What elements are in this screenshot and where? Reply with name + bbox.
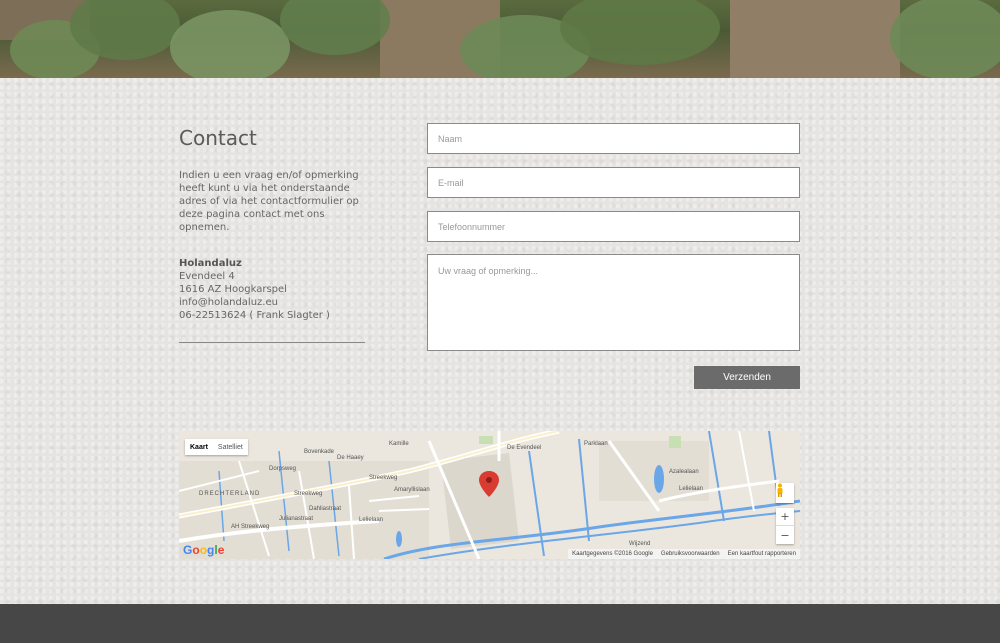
map-label: De Evendeel: [507, 445, 542, 451]
page-title: Contact: [179, 126, 257, 150]
address-block: Holandaluz Evendeel 4 1616 AZ Hoogkarspe…: [179, 257, 369, 322]
message-textarea[interactable]: Uw vraag of opmerking...: [427, 254, 800, 351]
map-label: DRECHTERLAND: [199, 491, 261, 497]
map-canvas[interactable]: [179, 431, 800, 559]
company-name: Holandaluz: [179, 258, 242, 269]
email-input[interactable]: E-mail: [427, 167, 800, 198]
divider: [179, 342, 365, 343]
map-label: Dahliastraat: [309, 506, 342, 512]
email-link[interactable]: info@holandaluz.eu: [179, 296, 369, 309]
soil-strip: [730, 0, 900, 78]
postal-city: 1616 AZ Hoogkarspel: [179, 284, 287, 295]
map-label: Parklaan: [584, 441, 608, 447]
name-input[interactable]: Naam: [427, 123, 800, 154]
map-label: AH Streekweg: [231, 524, 270, 530]
zoom-control: + −: [776, 508, 794, 544]
cabbage-leaf: [280, 0, 390, 55]
google-logo[interactable]: Google: [183, 543, 224, 557]
submit-button[interactable]: Verzenden: [694, 366, 800, 389]
map-label: Lelielaan: [679, 486, 704, 492]
map-type-satellite-button[interactable]: Satelliet: [213, 439, 248, 455]
page-footer: [0, 604, 1000, 643]
map-label: Lelielaan: [359, 517, 384, 523]
cabbage-leaf: [170, 10, 290, 78]
zoom-out-button[interactable]: −: [776, 526, 794, 544]
phone-number: 06-22513624 ( Frank Slagter ): [179, 310, 330, 321]
map-report-link[interactable]: Een kaartfout rapporteren: [728, 551, 796, 557]
map-label: De Haaey: [337, 455, 364, 461]
header-photo: [0, 0, 1000, 78]
map-embed[interactable]: Streekweg Streekweg DRECHTERLAND Bovenka…: [179, 431, 800, 559]
map-attribution: Kaartgegevens ©2016 Google: [572, 551, 653, 557]
contact-intro: Indien u een vraag en/of opmerking heeft…: [179, 170, 359, 233]
map-label: Julianastraat: [279, 516, 314, 522]
map-label: Streekweg: [294, 491, 323, 497]
cabbage-leaf: [890, 0, 1000, 78]
map-label: Kamille: [389, 441, 409, 447]
map-attribution-bar: Kaartgegevens ©2016 Google Gebruiksvoorw…: [568, 549, 800, 559]
map-label: Wijzend: [629, 541, 651, 547]
map-label: Dorpsweg: [269, 466, 297, 472]
map-label: Amaryllislaan: [394, 487, 430, 493]
map-label: Bovenkade: [304, 449, 335, 455]
map-label: Streekweg: [369, 475, 398, 481]
pegman-icon[interactable]: [776, 483, 794, 503]
map-type-map-button[interactable]: Kaart: [185, 439, 213, 455]
map-label: Azalealaan: [669, 469, 699, 475]
map-terms-link[interactable]: Gebruiksvoorwaarden: [661, 551, 720, 557]
zoom-in-button[interactable]: +: [776, 508, 794, 526]
map-type-control: Kaart Satelliet: [185, 439, 248, 455]
street-address: Evendeel 4: [179, 271, 235, 282]
phone-input[interactable]: Telefoonnummer: [427, 211, 800, 242]
